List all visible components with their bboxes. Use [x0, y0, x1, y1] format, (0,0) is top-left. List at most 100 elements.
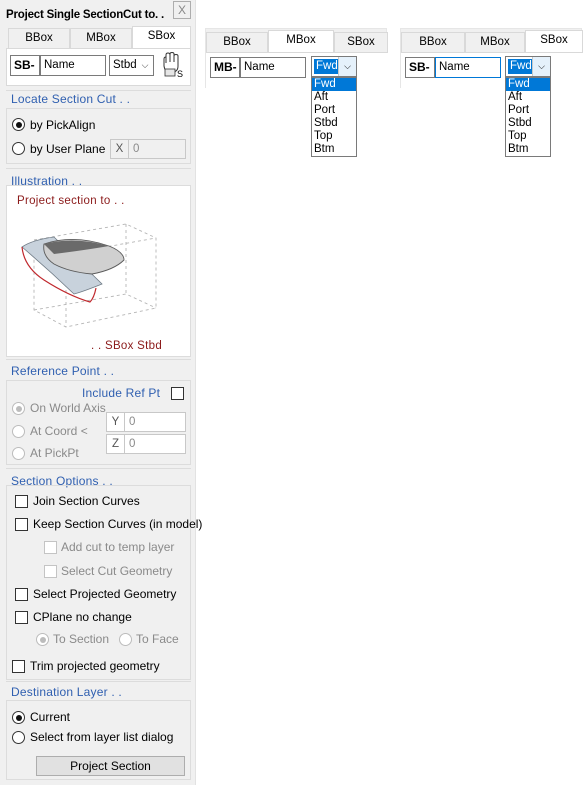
trim-projected-checkbox[interactable]	[12, 660, 25, 673]
keep-curves-checkbox[interactable]	[15, 518, 28, 531]
divider	[6, 681, 191, 682]
z-axis-value: 0	[129, 438, 136, 450]
select-cut-geometry-label: Select Cut Geometry	[61, 564, 173, 578]
by-user-plane-radio[interactable]	[12, 142, 25, 155]
prefix-label: SB-	[10, 55, 40, 76]
hand-pick-icon[interactable]: S	[160, 51, 186, 79]
hull-illustration	[14, 212, 184, 342]
divider	[6, 90, 191, 91]
keep-curves-label: Keep Section Curves (in model)	[33, 517, 203, 531]
dropdown-option[interactable]: Port	[312, 104, 356, 117]
destination-layer-title: Destination Layer . .	[11, 685, 122, 699]
select-layer-list-label: Select from layer list dialog	[30, 730, 174, 744]
include-ref-pt-label: Include Ref Pt	[82, 386, 161, 400]
reference-point-title: Reference Point . .	[11, 364, 115, 378]
x-axis-label: X	[111, 140, 129, 158]
x-offset-field[interactable]: X 0	[110, 139, 186, 159]
close-button[interactable]: X	[173, 1, 191, 19]
z-coord-field[interactable]: Z 0	[106, 434, 186, 454]
to-section-label: To Section	[53, 632, 110, 646]
chevron-down-icon: ⌵	[141, 60, 149, 70]
dropdown-option[interactable]: Aft	[506, 91, 550, 104]
dialog-title: Project Single SectionCut to. .	[6, 9, 165, 21]
mbox-selected-value: Fwd	[314, 59, 340, 74]
on-world-axis-radio[interactable]	[12, 402, 25, 415]
side-select[interactable]: Stbd ⌵	[109, 55, 154, 76]
tool-letter: S	[177, 69, 183, 78]
dropdown-option[interactable]: Fwd	[506, 78, 550, 91]
to-face-radio[interactable]	[119, 633, 132, 646]
project-section-dialog: Project Single SectionCut to. . X BBox M…	[0, 0, 202, 785]
dropdown-option[interactable]: Top	[312, 130, 356, 143]
mbox-prefix-label: MB-	[210, 57, 240, 78]
tab-mbox[interactable]: MBox	[465, 32, 525, 52]
options-group	[6, 485, 191, 680]
illustration-top-text: Project section to . .	[17, 195, 125, 207]
current-layer-radio[interactable]	[12, 711, 25, 724]
at-pickpt-label: At PickPt	[30, 446, 79, 460]
add-cut-temp-label: Add cut to temp layer	[61, 540, 175, 554]
to-section-radio[interactable]	[36, 633, 49, 646]
dropdown-option[interactable]: Port	[506, 104, 550, 117]
select-cut-geometry-checkbox[interactable]	[44, 565, 57, 578]
chevron-down-icon: ⌵	[532, 57, 550, 76]
mbox-name-input[interactable]: Name	[240, 57, 306, 78]
tab-sbox[interactable]: SBox	[132, 26, 191, 48]
tab-bbox[interactable]: BBox	[206, 32, 268, 52]
side-select-value: Stbd	[113, 59, 137, 71]
dropdown-option[interactable]: Stbd	[312, 117, 356, 130]
dropdown-option[interactable]: Btm	[312, 143, 356, 156]
at-coord-radio[interactable]	[12, 425, 25, 438]
sbox-selected-value: Fwd	[508, 59, 534, 74]
project-section-button[interactable]: Project Section	[36, 756, 185, 776]
by-user-plane-label: by User Plane	[30, 142, 106, 156]
join-curves-label: Join Section Curves	[33, 494, 140, 508]
tab-sbox[interactable]: SBox	[334, 32, 388, 52]
select-projected-checkbox[interactable]	[15, 588, 28, 601]
by-pickalign-label: by PickAlign	[30, 118, 96, 132]
mbox-side-dropdown: Fwd Aft Port Stbd Top Btm	[311, 77, 357, 157]
sbox-name-input[interactable]: Name	[435, 57, 501, 78]
sbox-side-select[interactable]: Fwd ⌵	[505, 56, 551, 77]
current-layer-label: Current	[30, 710, 71, 724]
tab-bbox[interactable]: BBox	[401, 32, 465, 52]
select-layer-list-radio[interactable]	[12, 731, 25, 744]
dropdown-option[interactable]: Fwd	[312, 78, 356, 91]
y-axis-label: Y	[107, 413, 125, 431]
illustration-bottom-text: . . SBox Stbd	[91, 340, 163, 352]
name-input[interactable]: Name	[40, 55, 106, 76]
cplane-no-change-label: CPlane no change	[33, 610, 132, 624]
mbox-side-select[interactable]: Fwd ⌵	[311, 56, 357, 77]
divider	[6, 359, 191, 360]
z-axis-label: Z	[107, 435, 125, 453]
sbox-side-dropdown: Fwd Aft Port Stbd Top Btm	[505, 77, 551, 157]
select-projected-label: Select Projected Geometry	[33, 587, 177, 601]
add-cut-temp-checkbox[interactable]	[44, 541, 57, 554]
y-coord-field[interactable]: Y 0	[106, 412, 186, 432]
tab-sbox[interactable]: SBox	[525, 30, 583, 52]
on-world-axis-label: On World Axis	[30, 401, 106, 415]
by-pickalign-radio[interactable]	[12, 118, 25, 131]
y-axis-value: 0	[129, 416, 136, 428]
dropdown-option[interactable]: Aft	[312, 91, 356, 104]
tab-strip: BBox MBox SBox	[6, 26, 191, 48]
join-curves-checkbox[interactable]	[15, 495, 28, 508]
trim-projected-label: Trim projected geometry	[30, 659, 160, 673]
tab-bbox[interactable]: BBox	[8, 28, 70, 48]
locate-section-title: Locate Section Cut . .	[11, 92, 131, 106]
sbox-prefix-label: SB-	[405, 57, 435, 78]
tab-mbox[interactable]: MBox	[268, 30, 334, 52]
divider	[6, 168, 191, 169]
tab-mbox[interactable]: MBox	[70, 28, 132, 48]
at-coord-label: At Coord <	[30, 424, 88, 438]
include-ref-pt-checkbox[interactable]	[171, 387, 184, 400]
x-axis-value: 0	[133, 143, 140, 155]
dropdown-option[interactable]: Top	[506, 130, 550, 143]
divider	[6, 468, 191, 469]
to-face-label: To Face	[136, 632, 179, 646]
dropdown-option[interactable]: Stbd	[506, 117, 550, 130]
chevron-down-icon: ⌵	[338, 57, 356, 76]
cplane-no-change-checkbox[interactable]	[15, 611, 28, 624]
dropdown-option[interactable]: Btm	[506, 143, 550, 156]
at-pickpt-radio[interactable]	[12, 447, 25, 460]
